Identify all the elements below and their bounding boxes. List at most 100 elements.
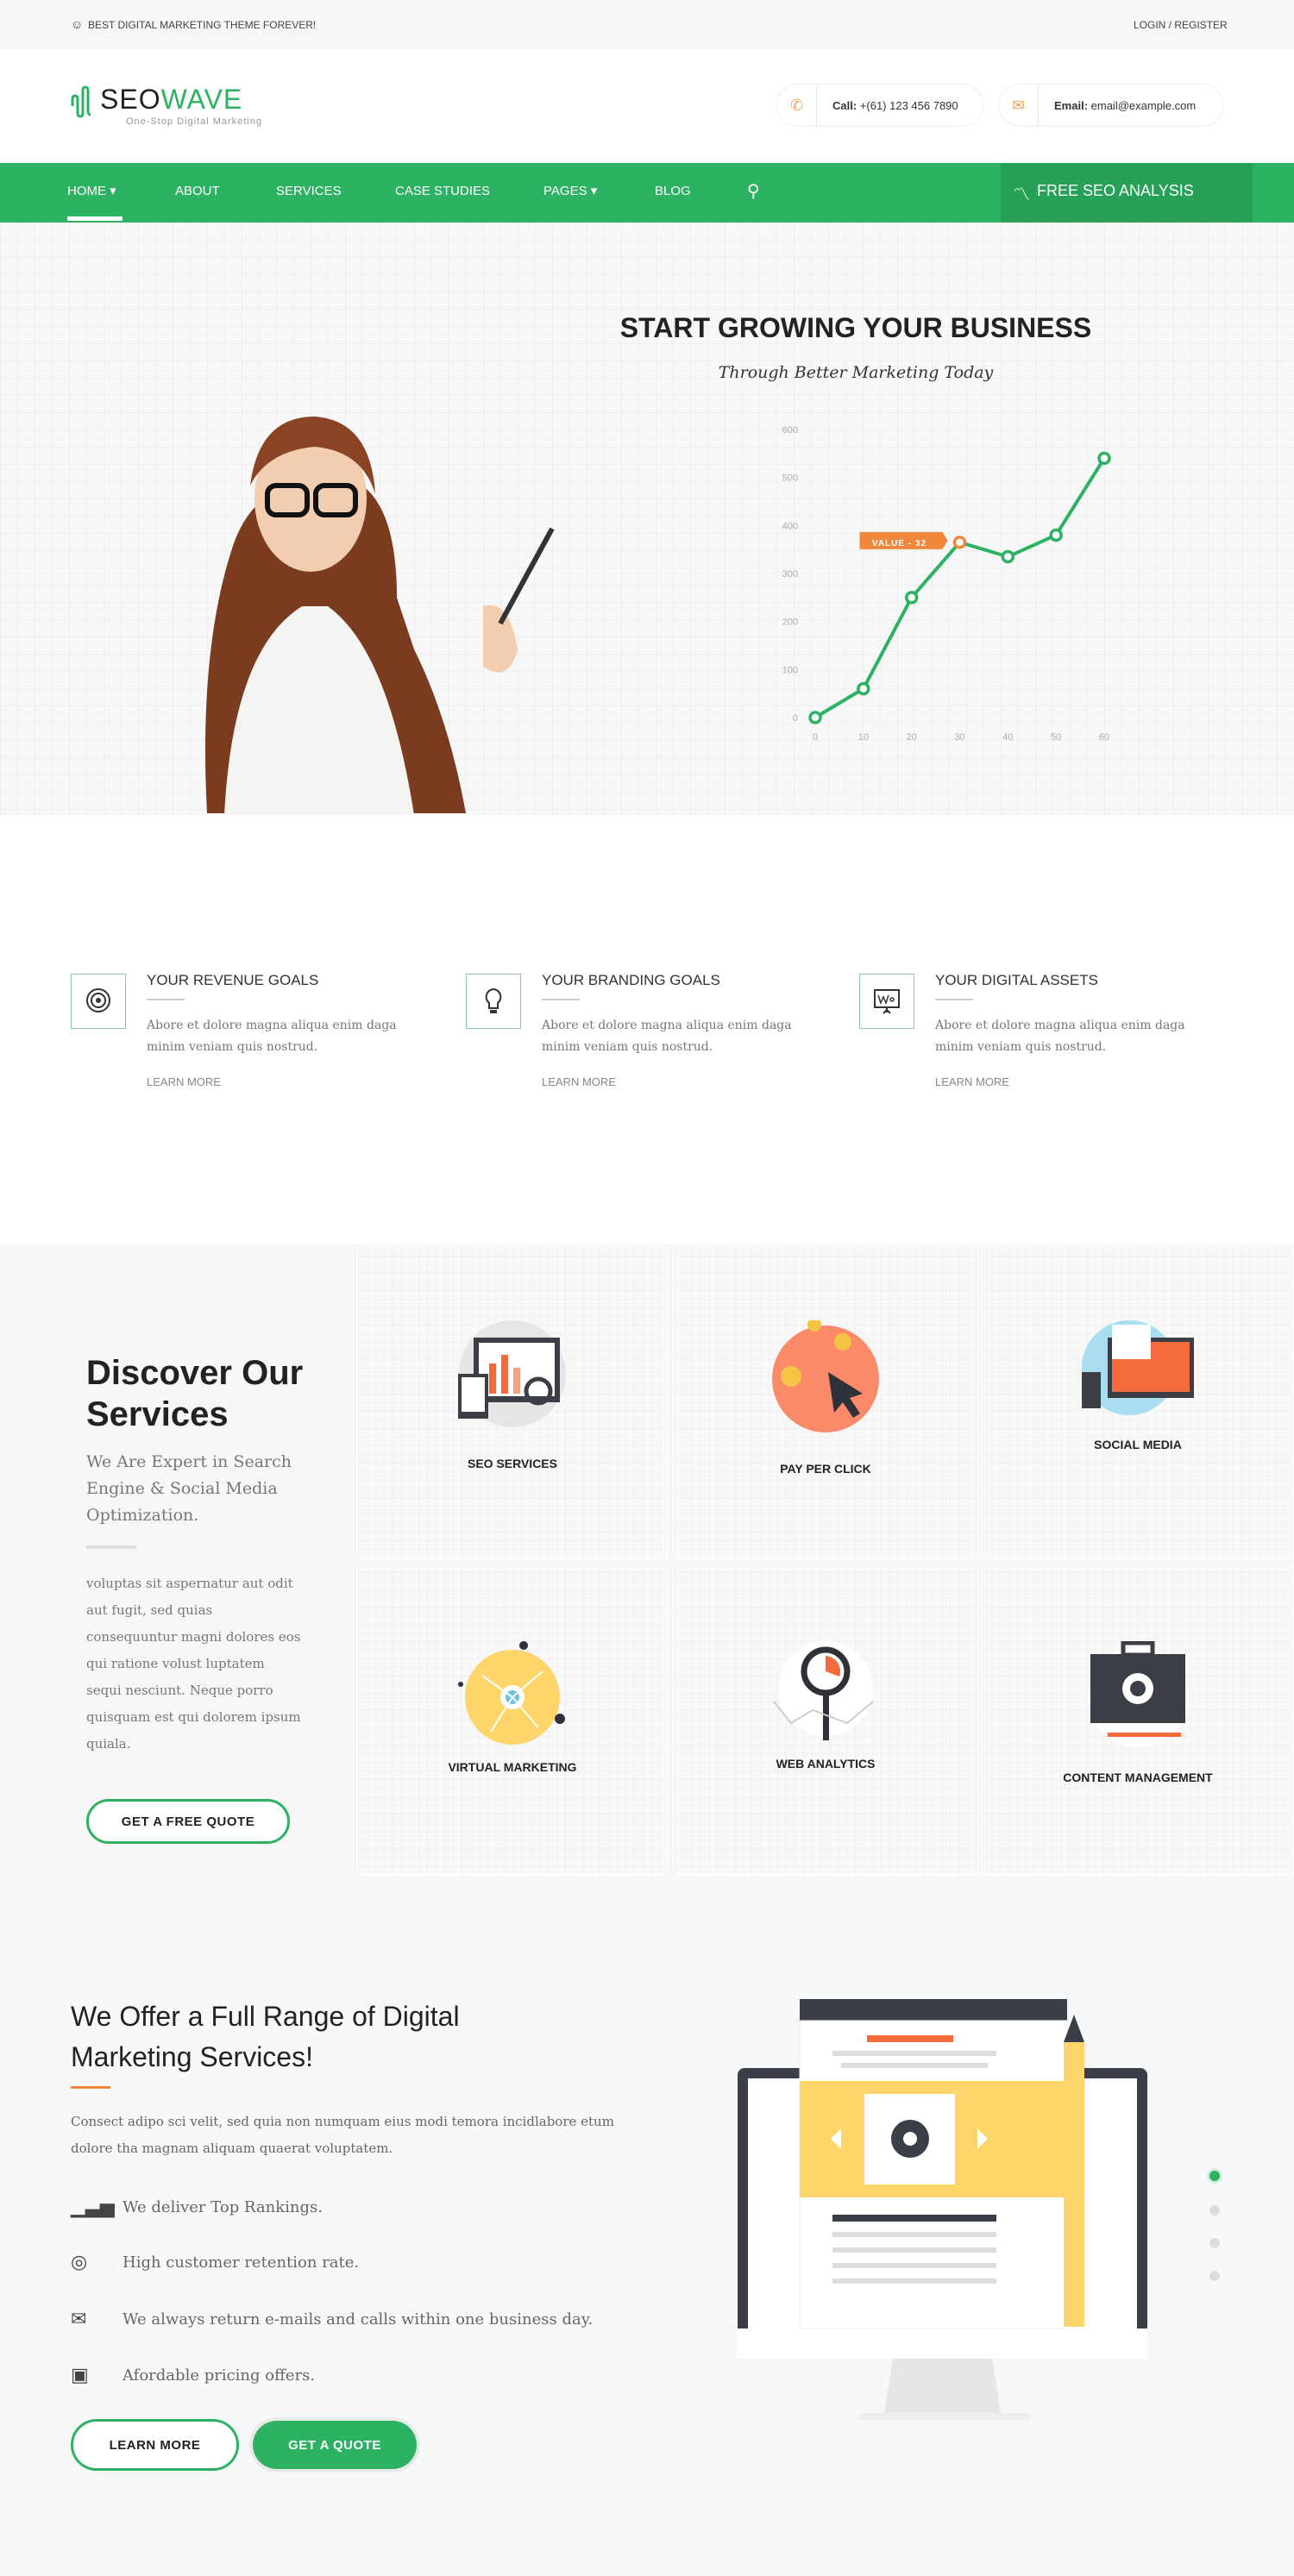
y-tick-label: 600 (782, 425, 798, 436)
social-media-icon (1082, 1320, 1194, 1415)
main-nav: HOME ▾ ABOUT SERVICES CASE STUDIES PAGES… (0, 163, 1294, 223)
feature-list-item: ◎ High customer retention rate. (71, 2252, 359, 2273)
learn-more-link[interactable]: LEARN MORE (935, 1075, 1009, 1088)
feature-text: Abore et dolore magna aliqua enim daga m… (935, 1018, 1185, 1054)
seo-dashboard-icon (458, 1320, 566, 1427)
nav-blog[interactable]: BLOG (655, 163, 691, 223)
user-circle-icon: ◎ (71, 2252, 88, 2273)
virtual-marketing-icon (458, 1641, 565, 1745)
smiley-icon: ☺ (71, 17, 84, 31)
divider (935, 999, 973, 1000)
call-value: +(61) 123 456 7890 (859, 98, 958, 112)
login-register-link[interactable]: LOGIN / REGISTER (1134, 19, 1228, 31)
service-label: VIRTUAL MARKETING (448, 1760, 577, 1774)
service-label: SEO SERVICES (467, 1457, 557, 1470)
divider (147, 999, 185, 1000)
growth-line-chart: 0 100 200 300 400 500 600 0 10 20 30 40 50 60 VALUE - … (782, 425, 1111, 743)
learn-more-button[interactable]: LEARN MORE (71, 2419, 239, 2471)
hero-section: START GROWING YOUR BUSINESS Through Bett… (0, 223, 1294, 815)
services-title: Discover Our Services (86, 1354, 304, 1433)
offer-text: Consect adipo sci velit, sed quia non nu… (71, 2114, 614, 2156)
series-line (813, 457, 1106, 719)
nav-case-studies[interactable]: CASE STUDIES (395, 163, 490, 223)
services-section: Discover Our Services We Are Expert in S… (0, 1244, 1294, 1876)
y-tick-label: 300 (782, 569, 798, 580)
presentation-board-icon (859, 974, 914, 1029)
x-tick-label: 60 (1099, 732, 1109, 743)
x-tick-label: 10 (858, 732, 869, 743)
service-card-social[interactable]: SOCIAL MEDIA (982, 1246, 1294, 1558)
open-envelope-icon: ✉ (71, 2309, 87, 2330)
data-point (1097, 451, 1111, 466)
target-icon (71, 974, 126, 1029)
bar-chart-icon: ▁▃▅ (71, 2197, 115, 2218)
x-tick-label: 20 (907, 732, 917, 743)
slider-dot[interactable] (1209, 2205, 1220, 2216)
free-seo-analysis-button[interactable]: 〽 FREE SEO ANALYSIS (1001, 163, 1253, 223)
list-text: We deliver Top Rankings. (122, 2198, 323, 2216)
offer-title: We Offer a Full Range of Digital Marketi… (71, 2001, 460, 2072)
list-text: We always return e-mails and calls withi… (122, 2310, 594, 2328)
free-seo-analysis-label: FREE SEO ANALYSIS (1037, 182, 1194, 199)
service-card-analytics[interactable]: WEB ANALYTICS (673, 1563, 978, 1875)
service-label: WEB ANALYTICS (776, 1757, 876, 1771)
hero-title: START GROWING YOUR BUSINESS (619, 312, 1092, 343)
nav-pages[interactable]: PAGES ▾ (543, 163, 597, 223)
accent-divider (71, 2086, 110, 2089)
services-subtitle: We Are Expert in Search Engine & Social … (86, 1452, 292, 1525)
pay-per-click-icon (772, 1320, 879, 1432)
woman-with-pen-image (205, 417, 555, 815)
service-label: CONTENT MANAGEMENT (1063, 1771, 1213, 1784)
logo[interactable]: SEOWAVE One-Stop Digital Marketing (71, 82, 261, 131)
x-tick-label: 50 (1051, 732, 1061, 743)
list-text: High customer retention rate. (122, 2253, 360, 2272)
phone-icon: ✆ (777, 85, 817, 126)
feature-list-item: ✉ We always return e-mails and calls with… (71, 2309, 593, 2330)
x-tick-label: 30 (954, 732, 964, 743)
y-tick-label: 100 (782, 665, 798, 675)
email-label: Email: (1054, 98, 1089, 112)
offer-section: We Offer a Full Range of Digital Marketi… (0, 1876, 1294, 2576)
service-card-seo[interactable]: SEO SERVICES (357, 1246, 668, 1558)
wave-logo-icon (71, 85, 91, 118)
learn-more-link[interactable]: LEARN MORE (542, 1075, 616, 1088)
learn-more-link[interactable]: LEARN MORE (147, 1075, 221, 1088)
email-info[interactable]: ✉ Email: email@example.com (998, 84, 1223, 127)
feature-title: YOUR DIGITAL ASSETS (935, 972, 1098, 988)
service-label: PAY PER CLICK (780, 1462, 871, 1476)
header: SEOWAVE One-Stop Digital Marketing ✆ Cal… (0, 49, 1294, 163)
data-point (808, 711, 822, 724)
feature-title: YOUR REVENUE GOALS (147, 972, 319, 988)
divider (542, 999, 580, 1000)
logo-wave: WAVE (160, 84, 243, 115)
data-point (904, 591, 919, 605)
service-card-virtual[interactable]: VIRTUAL MARKETING (357, 1563, 668, 1875)
y-tick-label: 500 (782, 473, 798, 484)
services-text: voluptas sit aspernatur aut odit aut fug… (86, 1576, 301, 1752)
nav-about[interactable]: ABOUT (175, 163, 220, 223)
nav-home[interactable]: HOME ▾ (67, 163, 116, 223)
slider-dot[interactable] (1209, 2238, 1220, 2248)
email-value: email@example.com (1090, 98, 1197, 112)
value-tooltip-label: VALUE - 32 (872, 539, 927, 548)
feature-list-item: ▁▃▅ We deliver Top Rankings. (71, 2197, 323, 2218)
slider-dot[interactable] (1209, 2271, 1220, 2281)
get-free-quote-button[interactable]: GET A FREE QUOTE (86, 1799, 290, 1844)
x-tick-label: 40 (1002, 732, 1013, 743)
get-a-quote-button[interactable]: GET A QUOTE (253, 2421, 417, 2469)
call-info[interactable]: ✆ Call: +(61) 123 456 7890 (776, 84, 983, 127)
service-card-content[interactable]: CONTENT MANAGEMENT (982, 1563, 1294, 1875)
feature-text: Abore et dolore magna aliqua enim daga m… (542, 1018, 792, 1054)
logo-seo: SEO (100, 84, 161, 115)
search-icon[interactable]: ⚲ (747, 163, 760, 223)
nav-services[interactable]: SERVICES (276, 163, 342, 223)
lightbulb-icon (466, 974, 521, 1029)
call-label: Call: (832, 98, 857, 112)
slider-dot-active[interactable] (1209, 2171, 1220, 2181)
service-card-ppc[interactable]: PAY PER CLICK (673, 1246, 978, 1558)
content-management-icon (1088, 1641, 1188, 1747)
service-label: SOCIAL MEDIA (1094, 1438, 1182, 1451)
divider (86, 1545, 136, 1549)
logo-tagline: One-Stop Digital Marketing (126, 116, 263, 127)
feature-text: Abore et dolore magna aliqua enim daga m… (147, 1018, 397, 1054)
